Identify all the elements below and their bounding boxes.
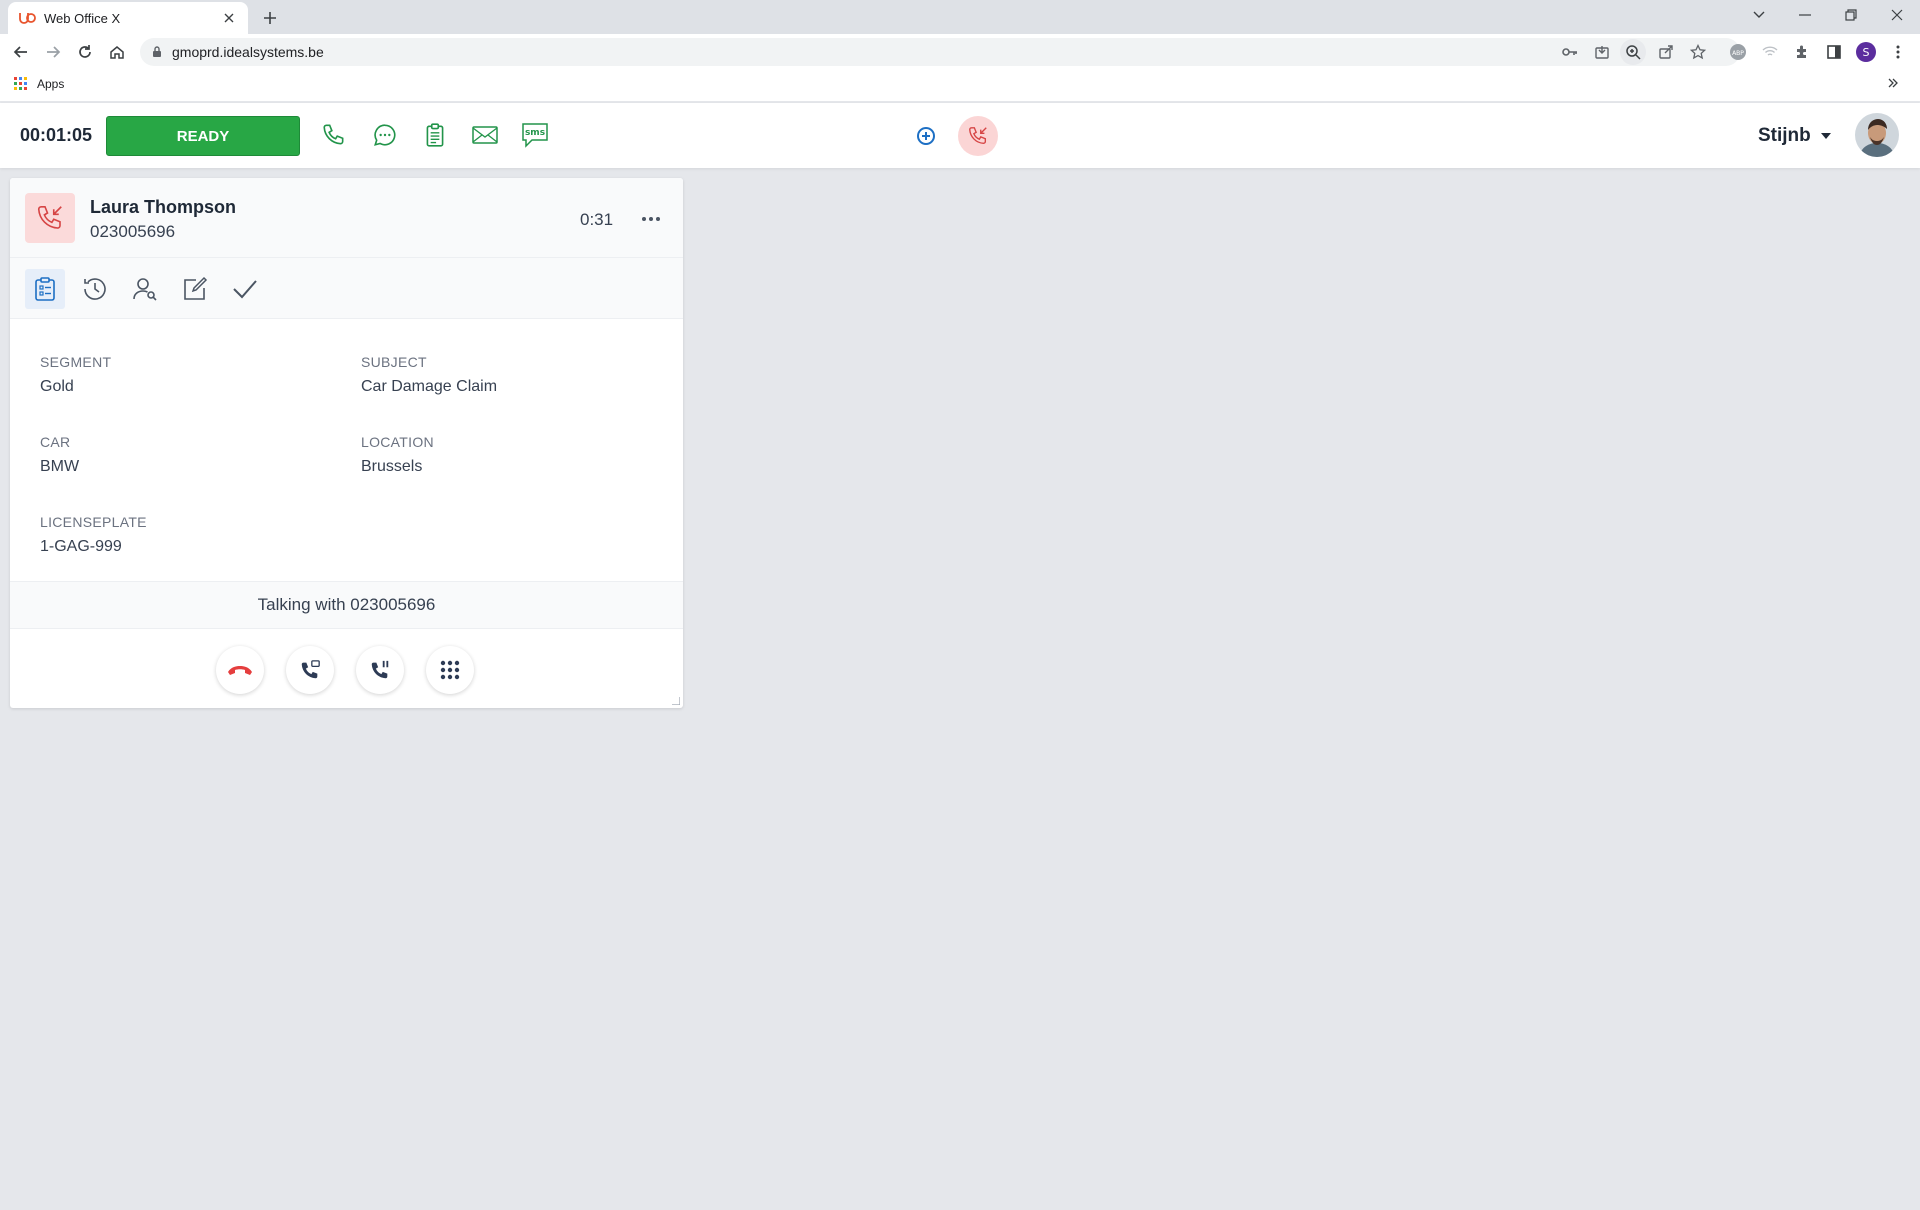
key-icon[interactable] bbox=[1558, 40, 1582, 64]
channel-chat-icon[interactable] bbox=[368, 118, 402, 152]
dialpad-button[interactable] bbox=[426, 646, 474, 694]
user-name: Stijnb bbox=[1758, 125, 1811, 146]
browser-toolbar: gmoprd.idealsystems.be ABP S bbox=[0, 34, 1920, 70]
sms-label: sms bbox=[525, 128, 545, 138]
field-value: BMW bbox=[40, 458, 80, 475]
tab-notes[interactable] bbox=[175, 269, 215, 309]
field-label: LICENSEPLATE bbox=[40, 514, 147, 530]
browser-menu-icon[interactable] bbox=[1886, 40, 1910, 64]
channel-task-icon[interactable] bbox=[418, 118, 452, 152]
minimize-icon[interactable] bbox=[1782, 0, 1828, 30]
history-clock-icon bbox=[84, 278, 106, 300]
tab-search-icon[interactable] bbox=[1736, 0, 1782, 30]
tab-contact-search[interactable] bbox=[125, 269, 165, 309]
lock-icon[interactable] bbox=[152, 46, 162, 58]
ready-status-button[interactable]: READY bbox=[106, 116, 300, 156]
field-value: Gold bbox=[40, 378, 74, 395]
field-location: LOCATION Brussels bbox=[361, 434, 434, 476]
call-status-text: Talking with 023005696 bbox=[10, 581, 683, 629]
bookmarks-bar: Apps bbox=[0, 70, 1920, 102]
clipboard-list-icon bbox=[35, 277, 55, 301]
case-details: SEGMENT Gold SUBJECT Car Damage Claim CA… bbox=[10, 319, 683, 581]
interaction-card: Laura Thompson 023005696 0:31 SEGMENT Go… bbox=[10, 178, 683, 708]
apps-label: Apps bbox=[37, 77, 65, 91]
edit-note-icon bbox=[184, 276, 208, 300]
transfer-call-button[interactable] bbox=[286, 646, 334, 694]
session-timer: 00:01:05 bbox=[20, 125, 93, 145]
home-icon[interactable] bbox=[104, 39, 130, 65]
user-search-icon bbox=[133, 278, 157, 301]
bookmark-star-icon[interactable] bbox=[1686, 40, 1710, 64]
app-header: 00:01:05 READY sms Stijnb bbox=[0, 103, 1920, 168]
browser-tab[interactable]: Web Office X bbox=[8, 2, 248, 34]
user-menu[interactable]: Stijnb bbox=[1758, 125, 1831, 147]
hold-call-button[interactable] bbox=[356, 646, 404, 694]
address-bar[interactable]: gmoprd.idealsystems.be bbox=[140, 38, 1740, 66]
channel-sms-icon[interactable]: sms bbox=[518, 118, 552, 152]
share-icon[interactable] bbox=[1654, 40, 1678, 64]
more-options-icon[interactable] bbox=[638, 208, 664, 230]
close-window-icon[interactable] bbox=[1874, 0, 1920, 30]
hangup-icon bbox=[228, 666, 252, 675]
inbound-call-icon bbox=[25, 193, 75, 243]
profile-avatar-icon[interactable]: S bbox=[1854, 40, 1878, 64]
tab-close-icon[interactable] bbox=[220, 9, 238, 27]
field-licenseplate: LICENSEPLATE 1-GAG-999 bbox=[40, 514, 147, 556]
profile-initial: S bbox=[1863, 46, 1870, 59]
field-segment: SEGMENT Gold bbox=[40, 354, 111, 396]
url-text: gmoprd.idealsystems.be bbox=[172, 44, 324, 60]
field-value: Brussels bbox=[361, 458, 423, 475]
card-tab-bar bbox=[10, 258, 683, 319]
resize-handle-icon[interactable] bbox=[672, 697, 680, 705]
side-panel-icon[interactable] bbox=[1822, 40, 1846, 64]
transfer-call-icon bbox=[301, 660, 320, 679]
field-label: LOCATION bbox=[361, 434, 434, 450]
channel-email-icon[interactable] bbox=[468, 118, 502, 152]
call-controls bbox=[10, 629, 683, 708]
field-subject: SUBJECT Car Damage Claim bbox=[361, 354, 497, 396]
reload-icon[interactable] bbox=[72, 39, 98, 65]
call-duration: 0:31 bbox=[580, 210, 614, 229]
webofficex-logo-icon bbox=[18, 11, 36, 25]
field-label: SUBJECT bbox=[361, 354, 427, 370]
extension-wifi-icon[interactable] bbox=[1758, 40, 1782, 64]
tab-title: Web Office X bbox=[44, 10, 121, 26]
field-value: 1-GAG-999 bbox=[40, 538, 122, 555]
hold-call-icon bbox=[371, 660, 389, 679]
checkmark-icon bbox=[233, 280, 257, 299]
field-car: CAR BMW bbox=[40, 434, 79, 476]
contact-phone: 023005696 bbox=[90, 222, 176, 241]
field-label: CAR bbox=[40, 434, 71, 450]
install-app-icon[interactable] bbox=[1590, 40, 1614, 64]
abp-label: ABP bbox=[1732, 50, 1744, 57]
extensions-puzzle-icon[interactable] bbox=[1790, 40, 1814, 64]
new-tab-icon[interactable] bbox=[258, 6, 282, 30]
card-header: Laura Thompson 023005696 0:31 bbox=[10, 178, 683, 258]
channel-phone-icon[interactable] bbox=[317, 118, 351, 152]
bookmarks-overflow-icon[interactable] bbox=[1888, 78, 1898, 88]
user-avatar[interactable] bbox=[1855, 113, 1899, 157]
field-value: Car Damage Claim bbox=[361, 378, 498, 395]
field-label: SEGMENT bbox=[40, 354, 112, 370]
zoom-icon[interactable] bbox=[1620, 39, 1646, 65]
add-interaction-icon[interactable] bbox=[913, 123, 939, 149]
dialpad-icon bbox=[440, 660, 460, 680]
tab-wrapup[interactable] bbox=[225, 269, 265, 309]
apps-bookmark[interactable]: Apps bbox=[14, 77, 64, 91]
tab-history[interactable] bbox=[75, 269, 115, 309]
chevron-down-icon bbox=[1820, 133, 1831, 139]
forward-icon[interactable] bbox=[40, 39, 66, 65]
browser-tabstrip: Web Office X bbox=[0, 0, 1920, 34]
apps-grid-icon bbox=[14, 77, 28, 91]
tab-details[interactable] bbox=[25, 269, 65, 309]
adblock-extension-icon[interactable]: ABP bbox=[1726, 40, 1750, 64]
hangup-button[interactable] bbox=[216, 646, 264, 694]
active-call-indicator-icon[interactable] bbox=[958, 116, 998, 156]
contact-name: Laura Thompson bbox=[90, 197, 237, 217]
restore-icon[interactable] bbox=[1828, 0, 1874, 30]
back-icon[interactable] bbox=[8, 39, 34, 65]
